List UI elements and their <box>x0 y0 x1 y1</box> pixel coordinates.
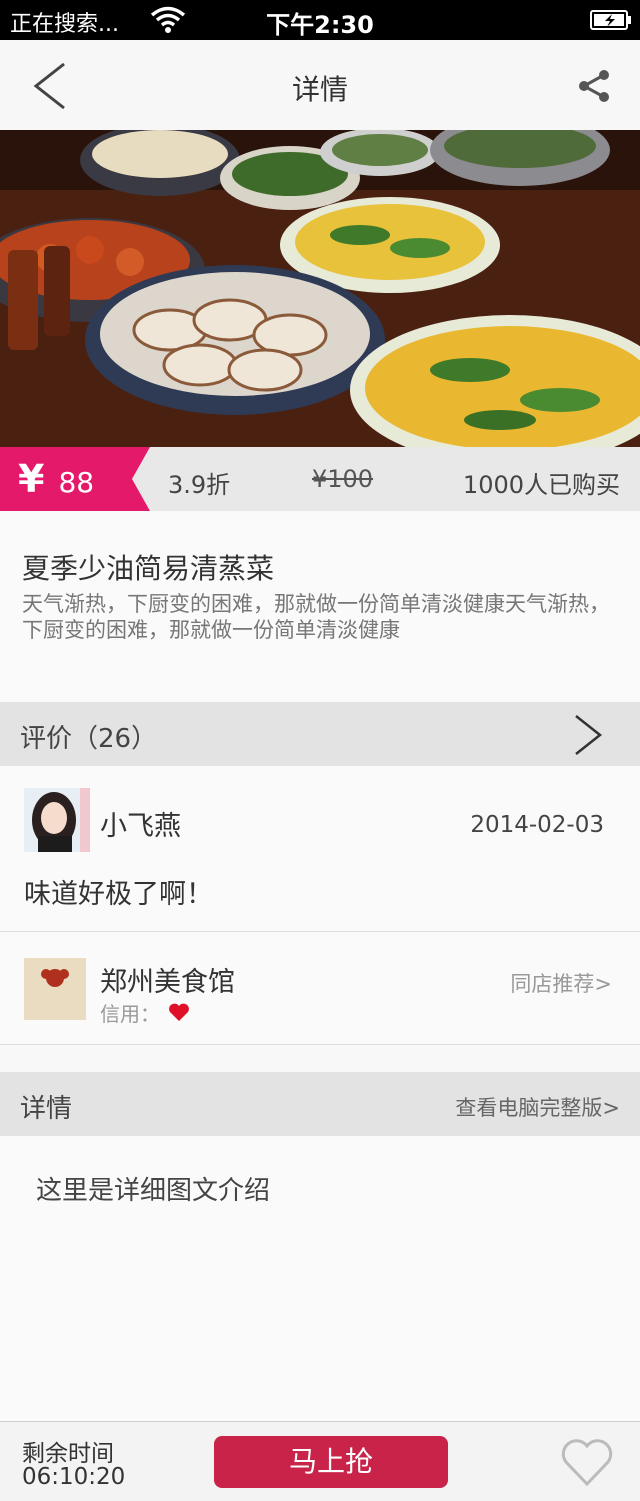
current-price: 88 <box>58 466 95 499</box>
status-bar: 正在搜索... 下午2:30 <box>0 0 640 40</box>
price-bar: ¥88 3.9折 ¥100 1000人已购买 <box>0 447 640 511</box>
review-comment: 味道好极了啊！ <box>24 879 213 910</box>
review-item: 小飞燕 2014-02-03 味道好极了啊！ <box>0 766 640 932</box>
product-name: 夏季少油简易清蒸菜 <box>22 552 275 585</box>
reviewer-name: 小飞燕 <box>100 811 181 842</box>
product-info: 夏季少油简易清蒸菜 天气渐热，下厨变的困难，那就做一份简单清淡健康天气渐热，下厨… <box>0 511 640 702</box>
share-icon[interactable] <box>576 68 612 104</box>
original-price: ¥100 <box>312 465 374 493</box>
same-shop-recommend-link[interactable]: 同店推荐> <box>510 968 612 998</box>
remaining-time: 06:10:20 <box>22 1464 126 1490</box>
full-version-link[interactable]: 查看电脑完整版> <box>455 1092 620 1122</box>
review-date: 2014-02-03 <box>470 812 604 838</box>
heart-icon <box>169 1003 189 1021</box>
remaining-time-label: 剩余时间 <box>22 1441 114 1467</box>
buy-now-button[interactable]: 马上抢 <box>214 1436 448 1488</box>
detail-header: 详情 查看电脑完整版> <box>0 1072 640 1136</box>
detail-text: 这里是详细图文介绍 <box>36 1176 271 1206</box>
page-title: 详情 <box>291 73 348 106</box>
reviews-header[interactable]: 评价（26） <box>0 702 640 766</box>
reviews-label: 评价（26） <box>20 724 158 754</box>
avatar <box>24 788 90 852</box>
bottom-bar: 剩余时间 06:10:20 马上抢 <box>0 1421 640 1501</box>
nav-bar: 详情 <box>0 40 640 131</box>
product-description: 天气渐热，下厨变的困难，那就做一份简单清淡健康天气渐热，下厨变的困难，那就做一份… <box>22 592 610 642</box>
chevron-right-icon[interactable] <box>572 714 604 756</box>
shop-logo <box>24 958 86 1020</box>
discount-label: 3.9折 <box>168 471 231 499</box>
detail-body: 这里是详细图文介绍 <box>0 1136 640 1421</box>
favorite-heart-icon[interactable] <box>560 1438 614 1488</box>
sold-count: 1000人已购买 <box>462 471 620 499</box>
food-photo-illustration <box>0 130 640 447</box>
battery-icon <box>590 10 631 30</box>
credit-label: 信用： <box>100 1002 160 1026</box>
price-tag: ¥88 <box>18 457 94 501</box>
shop-row[interactable]: 郑州美食馆 信用： 同店推荐> <box>0 932 640 1045</box>
clock: 下午2:30 <box>266 11 374 39</box>
detail-label: 详情 <box>20 1094 73 1124</box>
product-photo <box>0 130 640 447</box>
shop-name: 郑州美食馆 <box>100 967 235 998</box>
currency-symbol: ¥ <box>18 457 45 501</box>
